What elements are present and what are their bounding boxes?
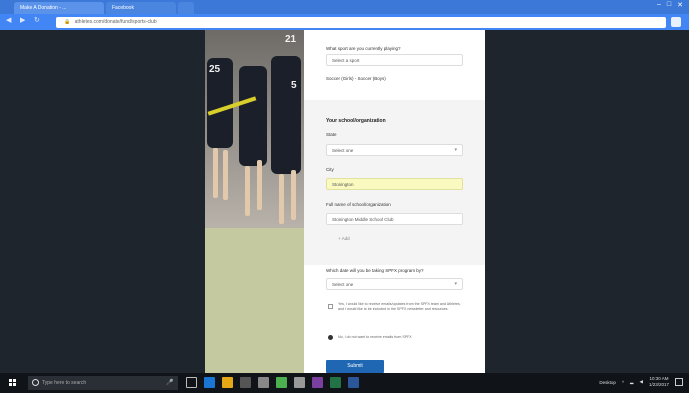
taskbar: Type here to search 🎤 Desktop ^ ▂ ◀ 10:3… [0,373,689,393]
clock-date: 1/23/2017 [648,382,669,387]
word-icon[interactable] [348,377,359,388]
cortana-icon [32,379,39,386]
player-leg [223,150,228,200]
page-content: 25 21 5 What sport are you currently pla… [0,30,689,373]
sport-input[interactable]: Select a sport [326,54,463,66]
app-icon[interactable] [258,377,269,388]
chevron-down-icon: ▾ [454,281,457,287]
onenote-icon[interactable] [312,377,323,388]
clock[interactable]: 10:30 AM 1/23/2017 [649,376,669,388]
city-label: City [326,167,334,172]
date-question: Which date will you be taking SPFX progr… [326,268,424,273]
nav-buttons: ◀ ▶ ↻ [6,17,42,25]
school-heading: Your school/organization [326,118,386,124]
close-icon[interactable]: ✕ [677,1,683,9]
school-name-input[interactable]: Stonington Middle School Club [326,213,463,225]
browser-toolbar: ◀ ▶ ↻ 🔒 athletes.com/donate/fund/sports-… [0,14,689,30]
lacrosse-photo: 25 21 5 [205,30,304,373]
address-bar[interactable]: 🔒 athletes.com/donate/fund/sports-club [56,17,666,28]
tab-active[interactable]: Make A Donation - ... [14,2,104,14]
player-leg [291,170,296,220]
add-link[interactable]: + Add [338,236,350,241]
opt-out-radio[interactable] [328,335,333,340]
windows-start-icon[interactable] [9,379,17,387]
player-leg [279,174,284,224]
date-select[interactable]: Select one ▾ [326,278,463,290]
jersey-number: 5 [291,80,297,91]
system-tray: Desktop ^ ▂ ◀ 10:30 AM 1/23/2017 [599,376,683,388]
lock-icon: 🔒 [64,19,71,25]
opt-out-text: No, I do not want to receive emails from… [338,335,412,339]
player-figure [239,66,267,166]
player-leg [257,160,262,210]
maximize-icon[interactable]: □ [667,1,671,9]
jersey-number: 25 [209,64,221,75]
pinned-apps [186,377,359,388]
new-tab-button[interactable] [178,2,194,14]
sport-question: What sport are you currently playing? [326,46,401,51]
reload-icon[interactable]: ↻ [34,17,42,25]
edge-icon[interactable] [204,377,215,388]
state-label: State [326,132,337,137]
submit-button[interactable]: Submit [326,360,384,373]
state-select[interactable]: Select one ▾ [326,144,463,156]
taskbar-search-placeholder: Type here to search [42,380,87,386]
file-explorer-icon[interactable] [222,377,233,388]
signup-form: What sport are you currently playing? Se… [304,30,485,373]
school-name-label: Full name of school/organization [326,202,391,207]
photo-field [205,228,304,373]
player-leg [213,148,218,198]
date-select-value: Select one [332,282,354,287]
jersey-number: 21 [285,34,297,45]
store-icon[interactable] [240,377,251,388]
browser-tab-strip: Make A Donation - ... Facebook – □ ✕ [0,0,689,14]
consent-checkbox[interactable] [328,304,333,309]
state-select-value: Select one [332,148,354,153]
microphone-icon[interactable]: 🎤 [166,379,173,386]
browser-menu-icon[interactable] [671,17,681,27]
tab-facebook[interactable]: Facebook [106,2,176,14]
notification-icon[interactable] [675,378,683,386]
sport-selected-value: Soccer (Girls) - Soccer (Boys) [326,76,386,81]
chevron-down-icon: ▾ [454,147,457,153]
player-figure [271,56,301,174]
consent-text: Yes, I would like to receive emails/upda… [338,302,461,311]
back-arrow-icon[interactable]: ◀ [6,17,14,25]
chrome-icon[interactable] [276,377,287,388]
chevron-up-icon[interactable]: ^ [622,380,624,385]
task-view-icon[interactable] [186,377,197,388]
url-text: athletes.com/donate/fund/sports-club [74,19,157,25]
volume-icon[interactable]: ◀ [640,379,643,385]
player-leg [245,166,250,216]
tray-label[interactable]: Desktop [599,380,616,385]
city-input[interactable]: Stonington [326,178,463,190]
window-controls: – □ ✕ [657,1,683,9]
taskbar-search[interactable]: Type here to search [28,376,178,390]
minimize-icon[interactable]: – [657,1,661,9]
excel-icon[interactable] [330,377,341,388]
forward-arrow-icon[interactable]: ▶ [20,17,28,25]
app-icon[interactable] [294,377,305,388]
network-icon[interactable]: ▂ [630,379,633,385]
